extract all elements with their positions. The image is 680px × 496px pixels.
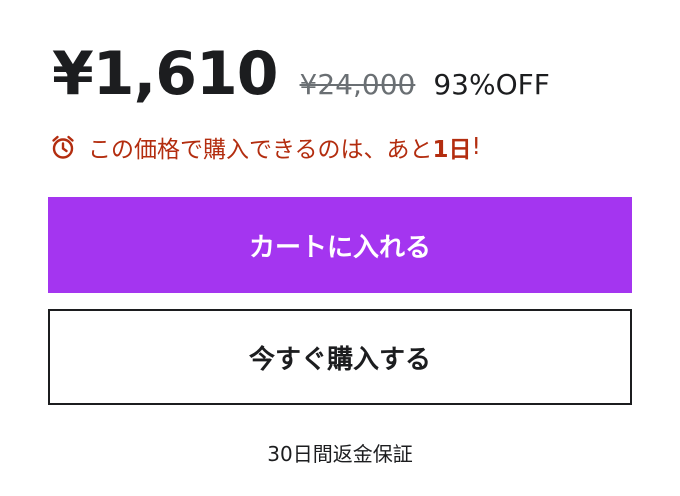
buy-now-button[interactable]: 今すぐ購入する xyxy=(48,309,632,405)
current-price: ¥1,610 xyxy=(52,39,279,109)
urgency-text: この価格で購入できるのは、あと xyxy=(88,137,433,163)
price-urgency-message: この価格で購入できるのは、あと 1日! xyxy=(50,130,481,164)
buy-now-label: 今すぐ購入する xyxy=(248,344,431,375)
add-to-cart-label: カートに入れる xyxy=(248,232,431,263)
add-to-cart-button[interactable]: カートに入れる xyxy=(48,197,632,293)
money-back-guarantee: 30日間返金保証 xyxy=(267,442,413,466)
urgency-suffix: ! xyxy=(471,134,481,160)
discount-percentage: 93%OFF xyxy=(433,68,550,101)
price-row: ¥1,610 ¥24,000 93%OFF xyxy=(52,44,550,104)
alarm-clock-icon xyxy=(50,134,76,160)
days-left: 1日 xyxy=(432,137,472,163)
original-price: ¥24,000 xyxy=(299,68,416,101)
